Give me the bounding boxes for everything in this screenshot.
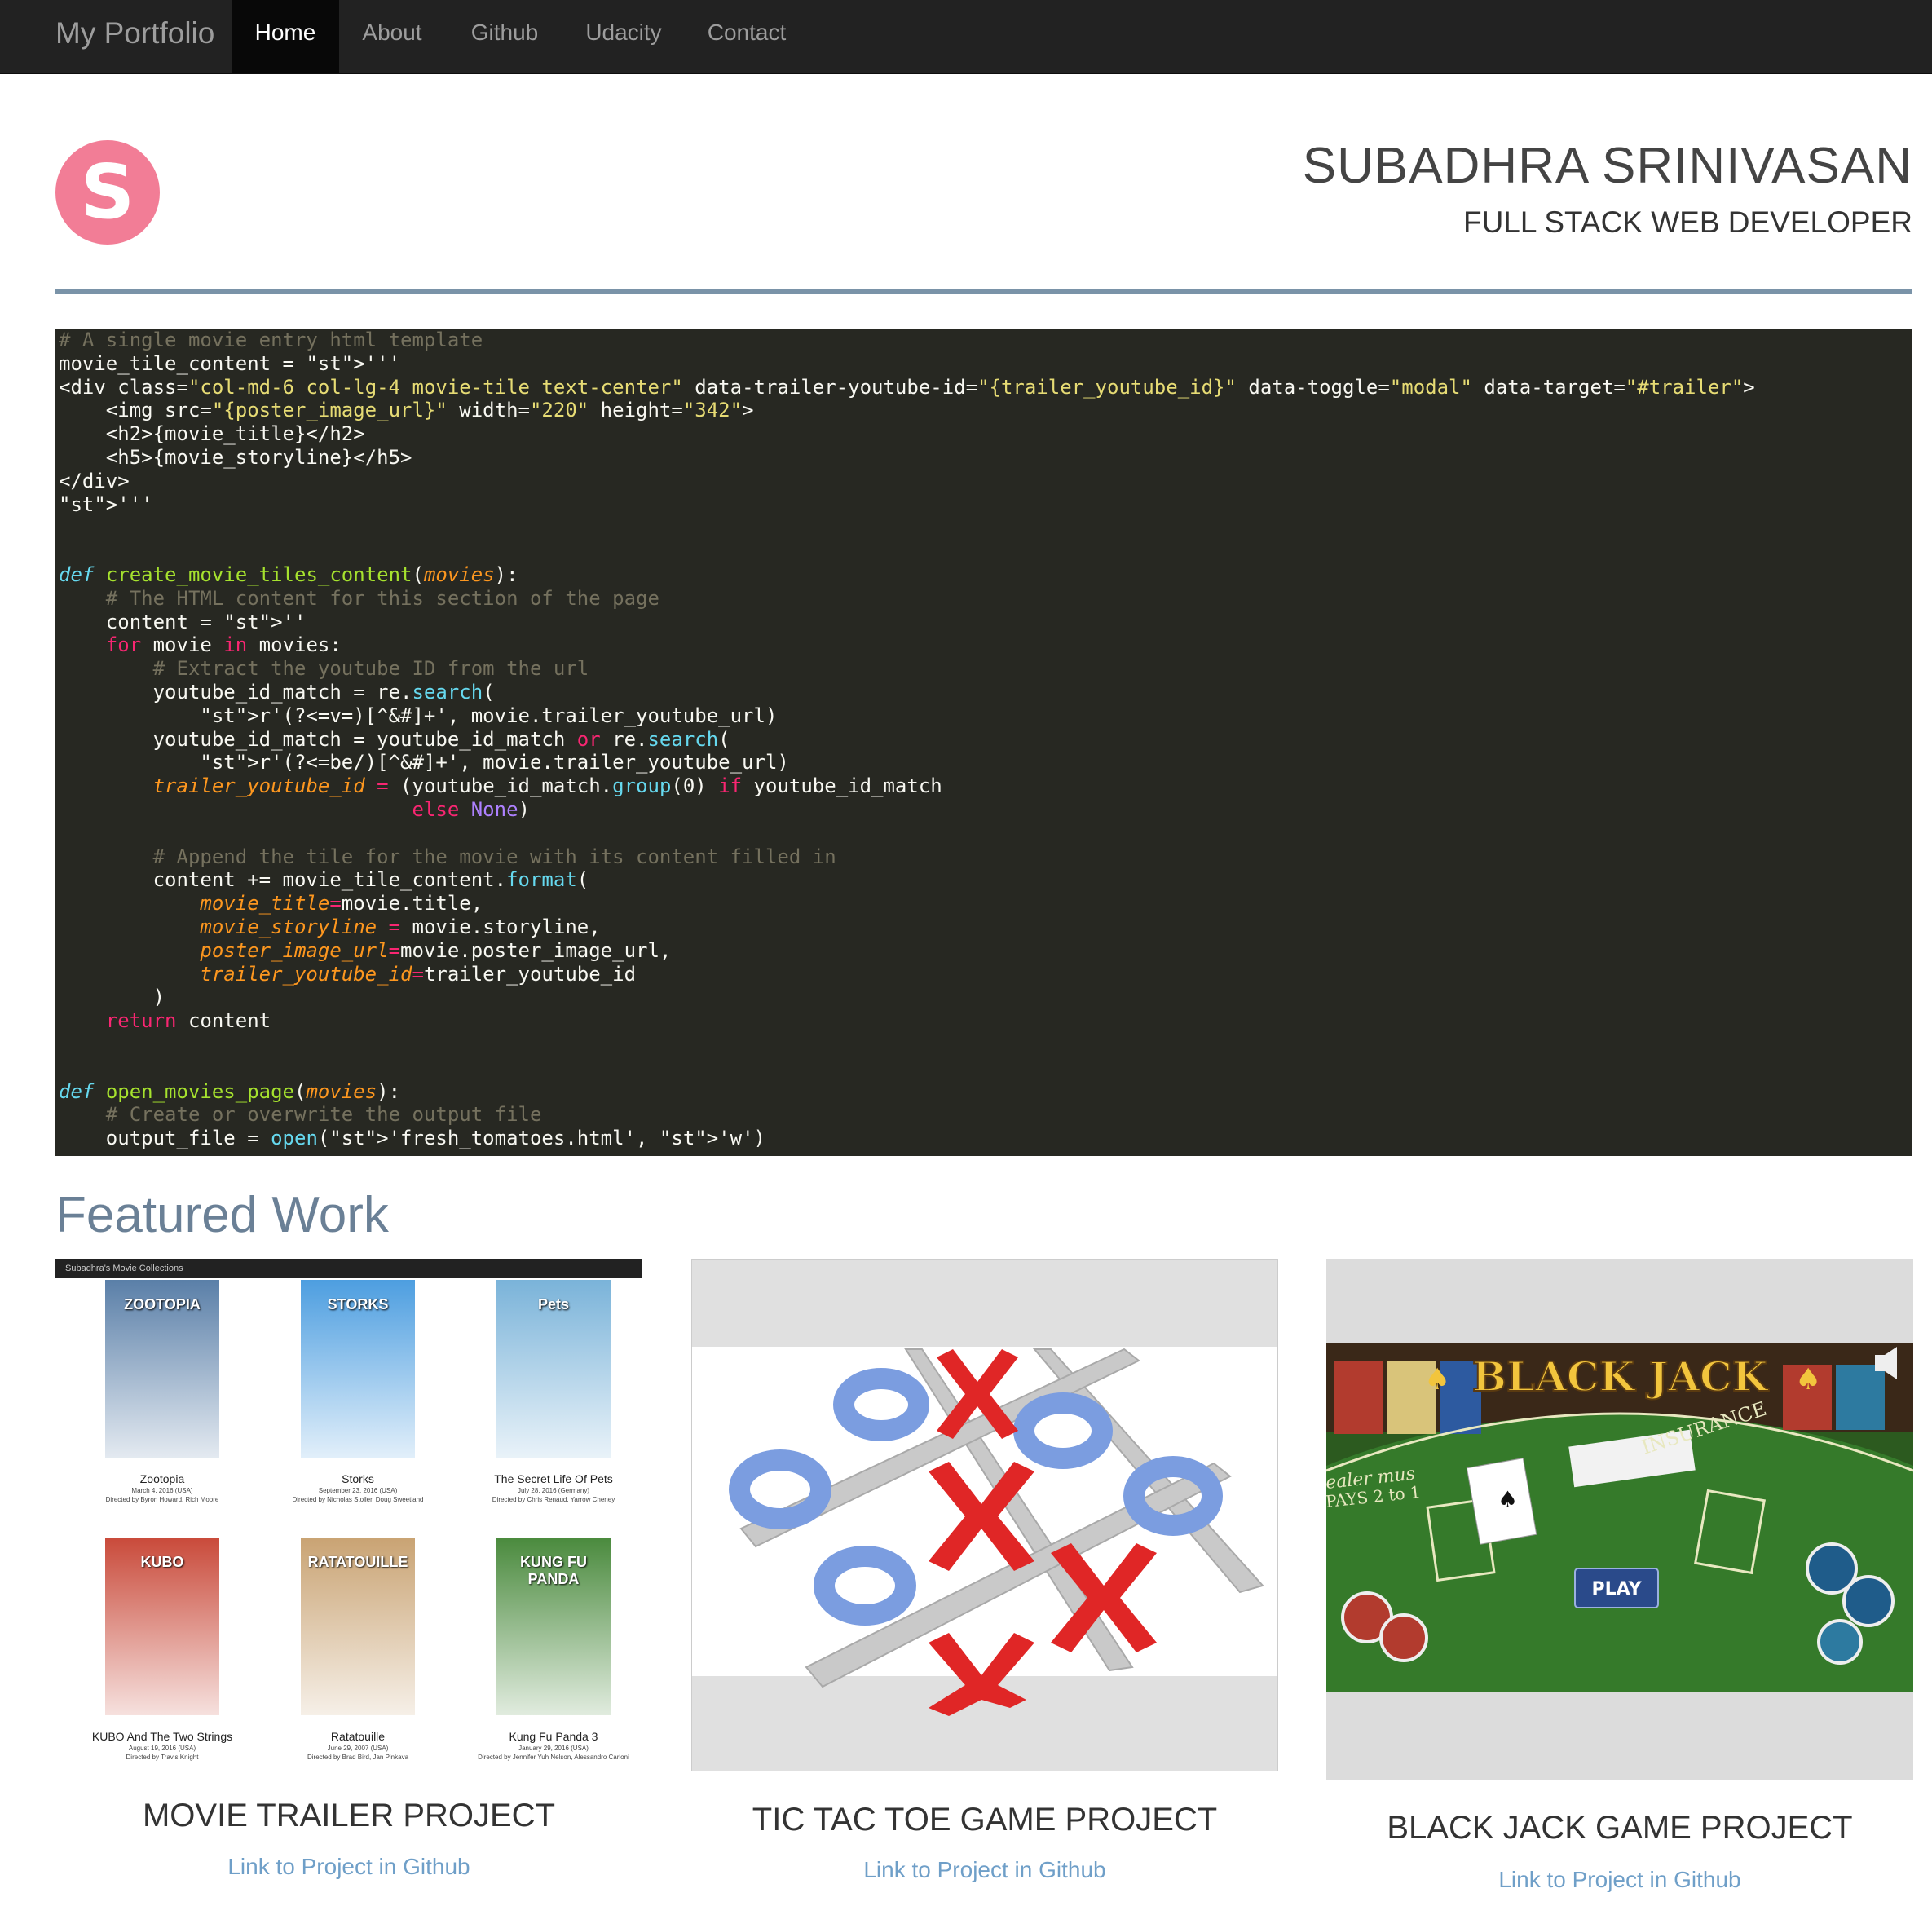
code-line: trailer_youtube_id = (youtube_id_match.g… <box>152 774 942 798</box>
code-line: # The HTML content for this section of t… <box>59 586 659 610</box>
profile-name: SUBADHRA SRINIVASAN <box>1302 138 1912 194</box>
code-line: "st">r'(?<=v=)[^&#]+', movie.trailer_you… <box>200 704 778 727</box>
movie-trailer-project-image[interactable]: Subadhra's Movie Collections ZOOTOPIA Zoo… <box>55 1259 642 1780</box>
code-line: movie_storyline = movie.storyline, <box>200 915 601 938</box>
movie-poster: RATATOUILLE <box>301 1538 415 1715</box>
code-line: youtube_id_match = youtube_id_match or r… <box>59 727 730 751</box>
black-jack-banner: BLACK JACK <box>1472 1352 1769 1401</box>
svg-text:♠: ♠ <box>1498 1486 1518 1513</box>
nav-home[interactable]: Home <box>232 0 339 73</box>
movie-trailer-github-link[interactable]: Link to Project in Github <box>55 1854 642 1880</box>
code-line: content += movie_tile_content.format( <box>59 868 589 892</box>
avatar: S <box>55 140 160 245</box>
movie-caption: Zootopia March 4, 2016 (USA) Directed by B… <box>68 1472 256 1503</box>
code-line: # Extract the youtube ID from the url <box>59 657 589 681</box>
movie-title: The Secret Life Of Pets <box>494 1472 613 1485</box>
code-line: # Append the tile for the movie with its… <box>59 845 836 868</box>
movie-collection-bar: Subadhra's Movie Collections <box>55 1259 642 1278</box>
tic-tac-toe-project-image[interactable] <box>691 1259 1278 1771</box>
code-line: content = "st">'' <box>59 610 307 633</box>
movie-caption: Storks September 23, 2016 (USA) Directed b… <box>264 1472 452 1503</box>
code-line: poster_image_url=movie.poster_image_url, <box>200 938 672 962</box>
tic-tac-toe-project-title: TIC TAC TOE GAME PROJECT <box>752 1802 1218 1838</box>
movie-poster-title: STORKS <box>327 1296 389 1313</box>
code-line: # Create or overwrite the output file <box>59 1103 542 1127</box>
code-line: return content <box>105 1009 271 1033</box>
movie-title: Storks <box>342 1472 374 1485</box>
code-screenshot: # A single movie entry html template movi… <box>55 329 1912 1156</box>
movie-release-date: June 29, 2007 (USA) <box>327 1745 389 1752</box>
movie-poster: STORKS <box>301 1280 415 1458</box>
movie-poster-title: ZOOTOPIA <box>124 1296 201 1313</box>
nav-udacity[interactable]: Udacity <box>564 0 683 73</box>
code-line: # A single movie entry html template <box>59 329 483 351</box>
movie-poster: KUNG FU PANDA <box>496 1538 611 1715</box>
code-line: </div> <box>59 469 130 492</box>
code-line: <div class="col-md-6 col-lg-4 movie-tile… <box>59 375 1755 399</box>
movie-release-date: September 23, 2016 (USA) <box>318 1487 398 1494</box>
code-line: def create_movie_tiles_content(movies): <box>59 563 518 586</box>
nav-contact[interactable]: Contact <box>683 0 810 73</box>
code-line: <img src="{poster_image_url}" width="220… <box>59 399 754 422</box>
code-line: "st">r'(?<=be/)[^&#]+', movie.trailer_yo… <box>200 751 789 774</box>
movie-poster: ZOOTOPIA <box>105 1280 219 1458</box>
movie-release-date: July 28, 2016 (Germany) <box>517 1487 590 1494</box>
nav-github[interactable]: Github <box>445 0 564 73</box>
movie-director: Directed by Travis Knight <box>126 1754 199 1761</box>
code-line: youtube_id_match = re.search( <box>59 681 495 704</box>
code-line: movie_title=movie.title, <box>200 892 483 915</box>
movie-poster-title: KUBO <box>140 1554 184 1570</box>
movie-poster: Pets <box>496 1280 611 1458</box>
movie-caption: The Secret Life Of Pets July 28, 2016 (Ge… <box>460 1472 642 1503</box>
movie-poster-title: KUNG FU PANDA <box>520 1554 587 1587</box>
black-jack-illustration: ♠ BLACK JACK ♠ ♠ INSURANCE PAYS 2 to 1 e… <box>1326 1259 1913 1780</box>
movie-poster: KUBO <box>105 1538 219 1715</box>
movie-director: Directed by Chris Renaud, Yarrow Cheney <box>492 1496 615 1503</box>
movie-director: Directed by Brad Bird, Jan Pinkava <box>307 1754 409 1761</box>
movie-director: Directed by Nicholas Stoller, Doug Sweet… <box>292 1496 424 1503</box>
movie-trailer-project-title: MOVIE TRAILER PROJECT <box>142 1798 555 1833</box>
black-jack-github-link[interactable]: Link to Project in Github <box>1326 1867 1913 1893</box>
code-line: "st">''' <box>59 492 153 516</box>
movie-caption: Ratatouille June 29, 2007 (USA) Directed b… <box>264 1730 452 1761</box>
code-line: def open_movies_page(movies): <box>59 1079 401 1103</box>
black-jack-project-image[interactable]: ♠ BLACK JACK ♠ ♠ INSURANCE PAYS 2 to 1 e… <box>1326 1259 1913 1780</box>
nav-about[interactable]: About <box>339 0 445 73</box>
movie-caption: Kung Fu Panda 3 January 29, 2016 (USA) Dir… <box>460 1730 642 1761</box>
svg-text:♠: ♠ <box>1795 1363 1821 1396</box>
header-divider <box>55 289 1912 294</box>
code-line: <h2>{movie_title}</h2> <box>59 422 365 446</box>
movie-title: Ratatouille <box>330 1730 386 1743</box>
svg-text:♠: ♠ <box>1424 1363 1450 1396</box>
movie-poster-title: RATATOUILLE <box>307 1554 408 1570</box>
movie-release-date: August 19, 2016 (USA) <box>128 1745 196 1752</box>
movie-director: Directed by Jennifer Yuh Nelson, Alessan… <box>478 1754 629 1761</box>
code-line: movie_tile_content = "st">''' <box>59 351 401 375</box>
tic-tac-toe-github-link[interactable]: Link to Project in Github <box>691 1857 1278 1883</box>
play-button-label: PLAY <box>1592 1579 1643 1599</box>
movie-poster-title: Pets <box>537 1296 570 1313</box>
top-navbar: My Portfolio Home About Github Udacity C… <box>0 0 1932 74</box>
code-line: output_file = open("st">'fresh_tomatoes.… <box>59 1127 765 1150</box>
code-line: for movie in movies: <box>105 633 342 657</box>
movie-title: KUBO And The Two Strings <box>91 1730 233 1743</box>
featured-work-heading: Featured Work <box>55 1187 389 1243</box>
movie-title: Zootopia <box>139 1472 185 1485</box>
movie-release-date: January 29, 2016 (USA) <box>518 1745 589 1752</box>
profile-role: FULL STACK WEB DEVELOPER <box>1462 205 1912 239</box>
movie-caption: KUBO And The Two Strings August 19, 2016 … <box>68 1730 256 1761</box>
movie-director: Directed by Byron Howard, Rich Moore <box>105 1496 219 1503</box>
tic-tac-toe-illustration <box>692 1260 1277 1771</box>
black-jack-project-title: BLACK JACK GAME PROJECT <box>1387 1810 1853 1846</box>
movie-title: Kung Fu Panda 3 <box>509 1730 598 1743</box>
brand-link[interactable]: My Portfolio <box>55 0 214 74</box>
code-line: trailer_youtube_id=trailer_youtube_id <box>200 962 637 986</box>
code-line: <h5>{movie_storyline}</h5> <box>59 446 412 469</box>
code-line: ) <box>59 986 165 1009</box>
code-line: else None) <box>412 798 530 821</box>
movie-release-date: March 4, 2016 (USA) <box>131 1487 193 1494</box>
